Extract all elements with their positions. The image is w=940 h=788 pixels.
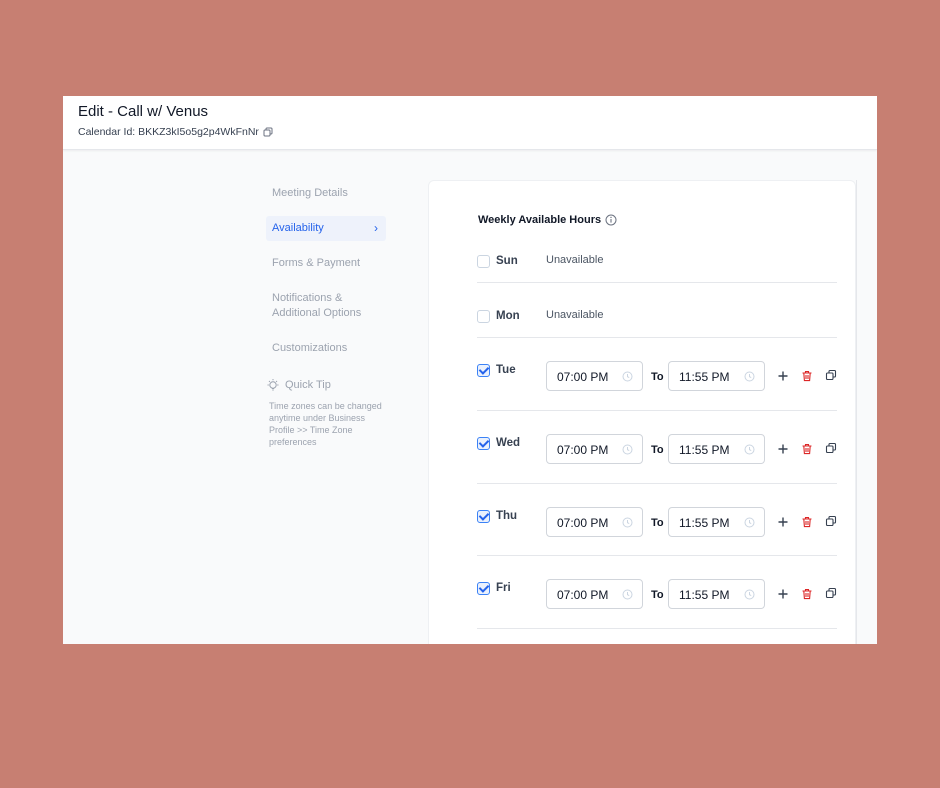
clock-icon [744,517,755,528]
nav-item-label: Availability [272,222,324,234]
clock-icon [622,444,633,455]
clock-icon [744,371,755,382]
unavailable-text: Unavailable [546,309,604,321]
copy-icon[interactable] [825,369,837,381]
to-label: To [651,517,664,529]
add-icon[interactable] [777,588,789,600]
start-time-value: 07:00 PM [557,588,609,602]
start-time-value: 07:00 PM [557,370,609,384]
nav-item-notifications[interactable]: Notifications & Additional Options [266,286,386,326]
day-row-fri: Fri 07:00 PM To 11:55 PM [477,556,837,629]
start-time-value: 07:00 PM [557,443,609,457]
calendar-id-row: Calendar Id: BKKZ3kI5o5g2p4WkFnNr [78,126,273,138]
clock-icon [744,589,755,600]
end-time-value: 11:55 PM [679,588,730,602]
end-time-input[interactable]: 11:55 PM [668,507,765,537]
copy-icon[interactable] [825,587,837,599]
page-title: Edit - Call w/ Venus [78,103,209,120]
day-row-thu: Thu 07:00 PM To 11:55 PM [477,484,837,556]
day-row-tue: Tue 07:00 PM To 11:55 PM [477,338,837,411]
nav-item-label: Forms & Payment [272,257,361,269]
end-time-value: 11:55 PM [679,370,730,384]
nav-item-customizations[interactable]: Customizations [266,336,386,361]
copy-icon[interactable] [825,442,837,454]
day-label: Mon [496,310,520,322]
calendar-id-text: Calendar Id: BKKZ3kI5o5g2p4WkFnNr [78,126,259,138]
day-label: Fri [496,582,511,594]
unavailable-text: Unavailable [546,254,604,266]
end-time-value: 11:55 PM [679,443,730,457]
start-time-input[interactable]: 07:00 PM [546,579,643,609]
delete-icon[interactable] [801,516,813,528]
day-row-wed: Wed 07:00 PM To 11:55 PM [477,411,837,484]
day-row-mon: Mon Unavailable [477,283,837,338]
clock-icon [744,444,755,455]
add-icon[interactable] [777,443,789,455]
quick-tip-title: Quick Tip [285,379,331,391]
lightbulb-icon [267,379,279,391]
day-checkbox[interactable] [477,255,490,268]
end-time-input[interactable]: 11:55 PM [668,361,765,391]
nav-item-forms-payment[interactable]: Forms & Payment [266,251,386,276]
add-icon[interactable] [777,370,789,382]
end-time-value: 11:55 PM [679,516,730,530]
clock-icon [622,589,633,600]
day-label: Tue [496,364,516,376]
start-time-input[interactable]: 07:00 PM [546,434,643,464]
to-label: To [651,371,664,383]
end-time-input[interactable]: 11:55 PM [668,434,765,464]
start-time-value: 07:00 PM [557,516,609,530]
settings-nav: Meeting Details Availability › Forms & Pa… [266,181,386,371]
weekly-hours-title: Weekly Available Hours [478,214,602,226]
nav-item-availability[interactable]: Availability › [266,216,386,241]
start-time-input[interactable]: 07:00 PM [546,361,643,391]
start-time-input[interactable]: 07:00 PM [546,507,643,537]
nav-item-label: Meeting Details [272,187,348,199]
nav-item-meeting-details[interactable]: Meeting Details [266,181,386,206]
clock-icon [622,517,633,528]
calendar-edit-window: Edit - Call w/ Venus Calendar Id: BKKZ3k… [63,96,877,644]
day-checkbox[interactable] [477,310,490,323]
day-row-sun: Sun Unavailable [477,247,837,283]
chevron-right-icon: › [374,221,378,235]
weekly-hours-heading: Weekly Available Hours [478,214,617,226]
day-checkbox[interactable] [477,437,490,450]
day-label: Thu [496,510,518,522]
delete-icon[interactable] [801,443,813,455]
day-label: Wed [496,437,521,449]
day-checkbox[interactable] [477,582,490,595]
card-divider [856,180,857,644]
day-label: Sun [496,255,518,267]
add-icon[interactable] [777,516,789,528]
day-checkbox[interactable] [477,510,490,523]
clock-icon [622,371,633,382]
delete-icon[interactable] [801,588,813,600]
copy-icon[interactable] [825,515,837,527]
nav-item-label: Customizations [272,342,348,354]
to-label: To [651,589,664,601]
info-icon[interactable] [605,214,617,226]
nav-item-label: Notifications & Additional Options [272,292,362,319]
quick-tip-text: Time zones can be changed anytime under … [269,401,382,447]
end-time-input[interactable]: 11:55 PM [668,579,765,609]
copy-icon[interactable] [263,127,273,137]
quick-tip: Quick Tip Time zones can be changed anyt… [266,378,386,448]
to-label: To [651,444,664,456]
quick-tip-header: Quick Tip [266,378,386,392]
delete-icon[interactable] [801,370,813,382]
day-checkbox[interactable] [477,364,490,377]
availability-card: Weekly Available Hours Sun Unavailable M… [428,180,856,644]
page-header: Edit - Call w/ Venus Calendar Id: BKKZ3k… [63,96,877,150]
